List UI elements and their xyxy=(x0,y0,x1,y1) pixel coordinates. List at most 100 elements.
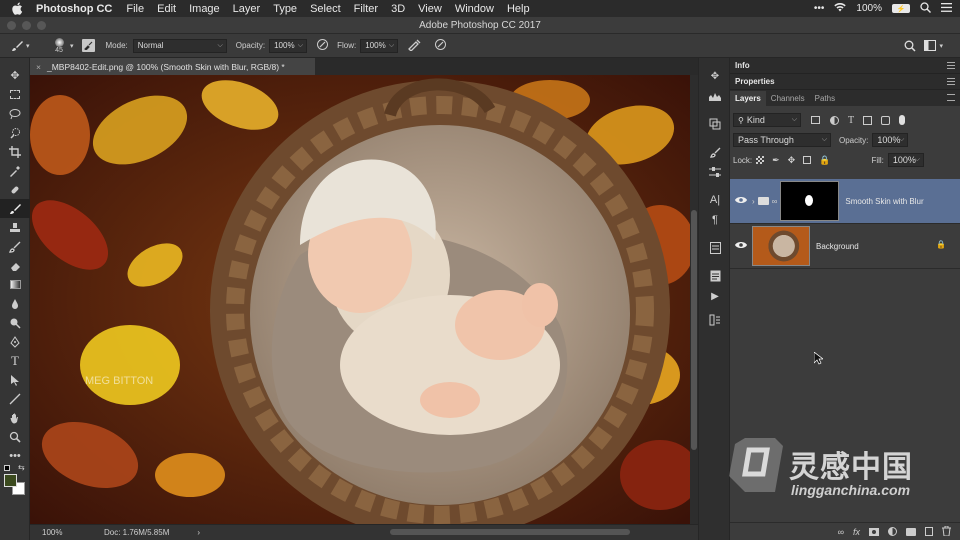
libraries-icon[interactable] xyxy=(699,238,731,258)
menu-edit[interactable]: Edit xyxy=(157,3,176,15)
airbrush-icon[interactable] xyxy=(407,38,422,53)
tab-channels[interactable]: Channels xyxy=(766,91,810,106)
filter-shape-icon[interactable] xyxy=(863,115,873,125)
healing-brush-tool-icon[interactable] xyxy=(0,180,30,199)
layer-style-icon[interactable]: fx xyxy=(853,527,860,537)
paragraph-panel-icon[interactable]: ¶ xyxy=(699,210,731,230)
battery-icon[interactable]: ⚡ xyxy=(892,4,910,13)
histogram-icon[interactable] xyxy=(699,86,731,106)
wifi-icon[interactable] xyxy=(834,2,847,15)
chevron-down-icon[interactable]: ▾ xyxy=(70,42,74,50)
menu-select[interactable]: Select xyxy=(310,3,341,15)
zoom-window-button[interactable] xyxy=(37,21,46,30)
zoom-level[interactable]: 100% xyxy=(42,528,82,537)
hand-tool-icon[interactable] xyxy=(0,408,30,427)
menu-image[interactable]: Image xyxy=(189,3,220,15)
marquee-tool-icon[interactable] xyxy=(0,85,30,104)
minimize-window-button[interactable] xyxy=(22,21,31,30)
eraser-tool-icon[interactable] xyxy=(0,256,30,275)
zoom-tool-icon[interactable] xyxy=(0,427,30,446)
filter-pixel-icon[interactable] xyxy=(811,116,820,124)
timeline-icon[interactable] xyxy=(699,310,731,330)
more-dots-icon[interactable]: ••• xyxy=(814,3,825,14)
filter-adjustment-icon[interactable] xyxy=(830,115,839,125)
brush-tool-icon[interactable] xyxy=(0,199,30,218)
brush-size-picker[interactable]: 45 xyxy=(50,37,68,54)
menu-view[interactable]: View xyxy=(418,3,442,15)
document-tab[interactable]: × _MBP8402-Edit.png @ 100% (Smooth Skin … xyxy=(30,58,315,75)
menu-3d[interactable]: 3D xyxy=(391,3,405,15)
lock-artboard-icon[interactable] xyxy=(803,156,812,164)
history-brush-tool-icon[interactable] xyxy=(0,237,30,256)
filter-toggle-icon[interactable] xyxy=(899,115,906,125)
lock-transparent-icon[interactable] xyxy=(756,156,765,164)
vertical-scrollbar[interactable] xyxy=(690,75,698,524)
status-menu-arrow[interactable]: › xyxy=(197,528,200,537)
blend-mode-select[interactable]: Pass Through ⌵ xyxy=(733,133,831,147)
search-icon[interactable] xyxy=(904,40,916,54)
pressure-opacity-icon[interactable] xyxy=(316,38,329,53)
menu-type[interactable]: Type xyxy=(273,3,297,15)
gradient-tool-icon[interactable] xyxy=(0,275,30,294)
brush-panel-toggle-icon[interactable] xyxy=(81,39,95,52)
character-panel-icon[interactable]: A| xyxy=(699,190,731,210)
clone-source-icon[interactable] xyxy=(699,114,731,134)
brush-tool-preset-icon[interactable]: ▾ xyxy=(10,39,36,53)
menu-layer[interactable]: Layer xyxy=(233,3,261,15)
crop-tool-icon[interactable] xyxy=(0,142,30,161)
flow-input[interactable]: 100% ⌵ xyxy=(360,38,399,53)
tab-paths[interactable]: Paths xyxy=(810,91,840,106)
eyedropper-tool-icon[interactable] xyxy=(0,161,30,180)
pen-tool-icon[interactable] xyxy=(0,332,30,351)
menu-app-name[interactable]: Photoshop CC xyxy=(36,3,112,15)
filter-type-icon[interactable]: T xyxy=(848,115,854,126)
mask-link-icon[interactable]: ∞ xyxy=(772,197,778,206)
pressure-size-icon[interactable] xyxy=(434,38,447,53)
menu-filter[interactable]: Filter xyxy=(354,3,378,15)
menu-window[interactable]: Window xyxy=(455,3,494,15)
panel-menu-icon[interactable] xyxy=(947,94,955,101)
layer-opacity-input[interactable]: 100% ⌵ xyxy=(872,133,909,147)
path-selection-tool-icon[interactable] xyxy=(0,370,30,389)
visibility-eye-icon[interactable] xyxy=(730,241,752,252)
battery-percent[interactable]: 100% xyxy=(856,3,882,14)
visibility-eye-icon[interactable] xyxy=(730,196,752,207)
navigator-icon[interactable]: ✥ xyxy=(699,66,731,86)
tab-layers[interactable]: Layers xyxy=(730,91,766,106)
notification-list-icon[interactable] xyxy=(941,2,952,15)
layer-name[interactable]: Smooth Skin with Blur xyxy=(845,197,923,206)
blur-tool-icon[interactable] xyxy=(0,294,30,313)
brush-settings-icon[interactable] xyxy=(699,142,731,162)
move-tool-icon[interactable]: ✥ xyxy=(0,66,30,85)
type-tool-icon[interactable]: T xyxy=(0,351,30,370)
actions-play-icon[interactable]: ▶ xyxy=(699,286,731,306)
apple-icon[interactable] xyxy=(10,2,24,16)
close-tab-icon[interactable]: × xyxy=(36,62,41,72)
scrollbar-thumb[interactable] xyxy=(691,210,697,450)
lasso-tool-icon[interactable] xyxy=(0,104,30,123)
line-tool-icon[interactable] xyxy=(0,389,30,408)
close-window-button[interactable] xyxy=(7,21,16,30)
lock-all-icon[interactable]: 🔒 xyxy=(819,155,830,166)
layer-mask-thumbnail[interactable] xyxy=(780,181,840,221)
filter-smart-object-icon[interactable] xyxy=(881,115,891,125)
layer-name[interactable]: Background xyxy=(816,242,859,251)
default-colors-icon[interactable] xyxy=(4,465,10,471)
expand-group-icon[interactable]: › xyxy=(752,197,755,206)
mode-select[interactable]: Normal ⌵ xyxy=(132,38,227,53)
layer-filter-kind-select[interactable]: ⚲ Kind ⌵ xyxy=(733,113,801,127)
clone-stamp-tool-icon[interactable] xyxy=(0,218,30,237)
panel-menu-icon[interactable] xyxy=(947,62,955,69)
horizontal-scrollbar-thumb[interactable] xyxy=(390,529,630,535)
layer-row[interactable]: › ∞ Smooth Skin with Blur xyxy=(730,179,960,224)
new-adjustment-layer-icon[interactable] xyxy=(888,527,897,536)
lock-pixels-icon[interactable]: ✒ xyxy=(772,155,780,166)
layer-row[interactable]: Background 🔒 xyxy=(730,224,960,269)
panel-menu-icon[interactable] xyxy=(947,78,955,85)
opacity-input[interactable]: 100% ⌵ xyxy=(269,38,308,53)
quick-selection-tool-icon[interactable] xyxy=(0,123,30,142)
workspace-switcher-icon[interactable]: ▾ xyxy=(924,40,943,51)
properties-panel-tab[interactable]: Properties xyxy=(730,74,960,90)
search-icon[interactable] xyxy=(920,1,931,16)
document-canvas[interactable]: MEG BITTON xyxy=(30,75,690,524)
